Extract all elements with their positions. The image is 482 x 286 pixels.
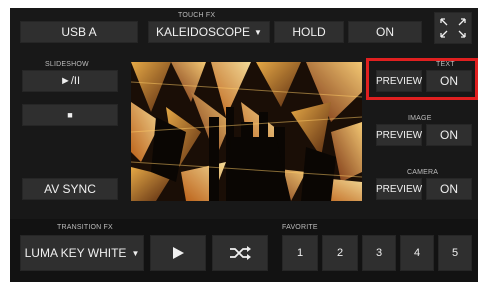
play-pause-icon: ►/II bbox=[59, 75, 81, 87]
favorite-label: 4 bbox=[413, 247, 421, 259]
image-on-button[interactable]: ON bbox=[426, 124, 472, 146]
image-heading: IMAGE bbox=[408, 115, 432, 122]
favorite-button-1[interactable]: 1 bbox=[282, 235, 318, 271]
shuffle-button[interactable] bbox=[212, 235, 268, 271]
av-sync-label: AV SYNC bbox=[44, 182, 96, 196]
expand-arrows-icon bbox=[440, 18, 466, 38]
transition-fx-heading: TRANSITION FX bbox=[57, 224, 113, 231]
favorite-label: 5 bbox=[451, 247, 459, 259]
source-label: USB A bbox=[61, 25, 97, 39]
camera-on-button[interactable]: ON bbox=[426, 178, 472, 200]
transition-fx-select[interactable]: LUMA KEY WHITE ▼ bbox=[20, 235, 144, 271]
expand-button[interactable] bbox=[434, 12, 472, 44]
image-preview-label: PREVIEW bbox=[375, 129, 423, 141]
touch-fx-heading: TOUCH FX bbox=[178, 12, 216, 19]
hold-label: HOLD bbox=[292, 25, 326, 39]
favorite-button-3[interactable]: 3 bbox=[362, 235, 396, 271]
slideshow-heading: SLIDESHOW bbox=[45, 61, 89, 68]
transition-fx-value: LUMA KEY WHITE bbox=[24, 246, 127, 260]
favorite-heading: FAVORITE bbox=[282, 224, 318, 231]
av-sync-button[interactable]: AV SYNC bbox=[22, 178, 118, 200]
favorite-button-5[interactable]: 5 bbox=[438, 235, 472, 271]
stop-icon: ■ bbox=[67, 110, 73, 120]
play-icon bbox=[173, 247, 184, 259]
dropdown-arrow-icon: ▼ bbox=[254, 27, 262, 37]
shuffle-icon bbox=[230, 246, 251, 260]
favorite-label: 3 bbox=[375, 247, 383, 259]
camera-on-label: ON bbox=[440, 182, 458, 196]
hold-button[interactable]: HOLD bbox=[274, 21, 344, 43]
camera-heading: CAMERA bbox=[407, 169, 439, 176]
image-preview-button[interactable]: PREVIEW bbox=[376, 124, 422, 146]
camera-preview-label: PREVIEW bbox=[375, 183, 423, 195]
favorite-button-2[interactable]: 2 bbox=[322, 235, 358, 271]
dropdown-arrow-icon: ▼ bbox=[131, 248, 140, 258]
touch-fx-on-button[interactable]: ON bbox=[348, 21, 422, 43]
highlight-box bbox=[366, 58, 478, 100]
transition-play-button[interactable] bbox=[150, 235, 206, 271]
stop-button[interactable]: ■ bbox=[22, 104, 118, 126]
favorite-label: 2 bbox=[336, 247, 344, 259]
camera-preview-button[interactable]: PREVIEW bbox=[376, 178, 422, 200]
image-on-label: ON bbox=[440, 128, 458, 142]
touch-fx-select[interactable]: KALEIDOSCOPE ▼ bbox=[148, 21, 270, 43]
video-preview bbox=[131, 62, 362, 201]
source-button[interactable]: USB A bbox=[20, 21, 138, 43]
touch-fx-on-label: ON bbox=[376, 25, 394, 39]
favorite-button-4[interactable]: 4 bbox=[400, 235, 434, 271]
touch-fx-value: KALEIDOSCOPE bbox=[156, 25, 251, 39]
favorite-label: 1 bbox=[296, 247, 304, 259]
play-pause-button[interactable]: ►/II bbox=[22, 70, 118, 92]
